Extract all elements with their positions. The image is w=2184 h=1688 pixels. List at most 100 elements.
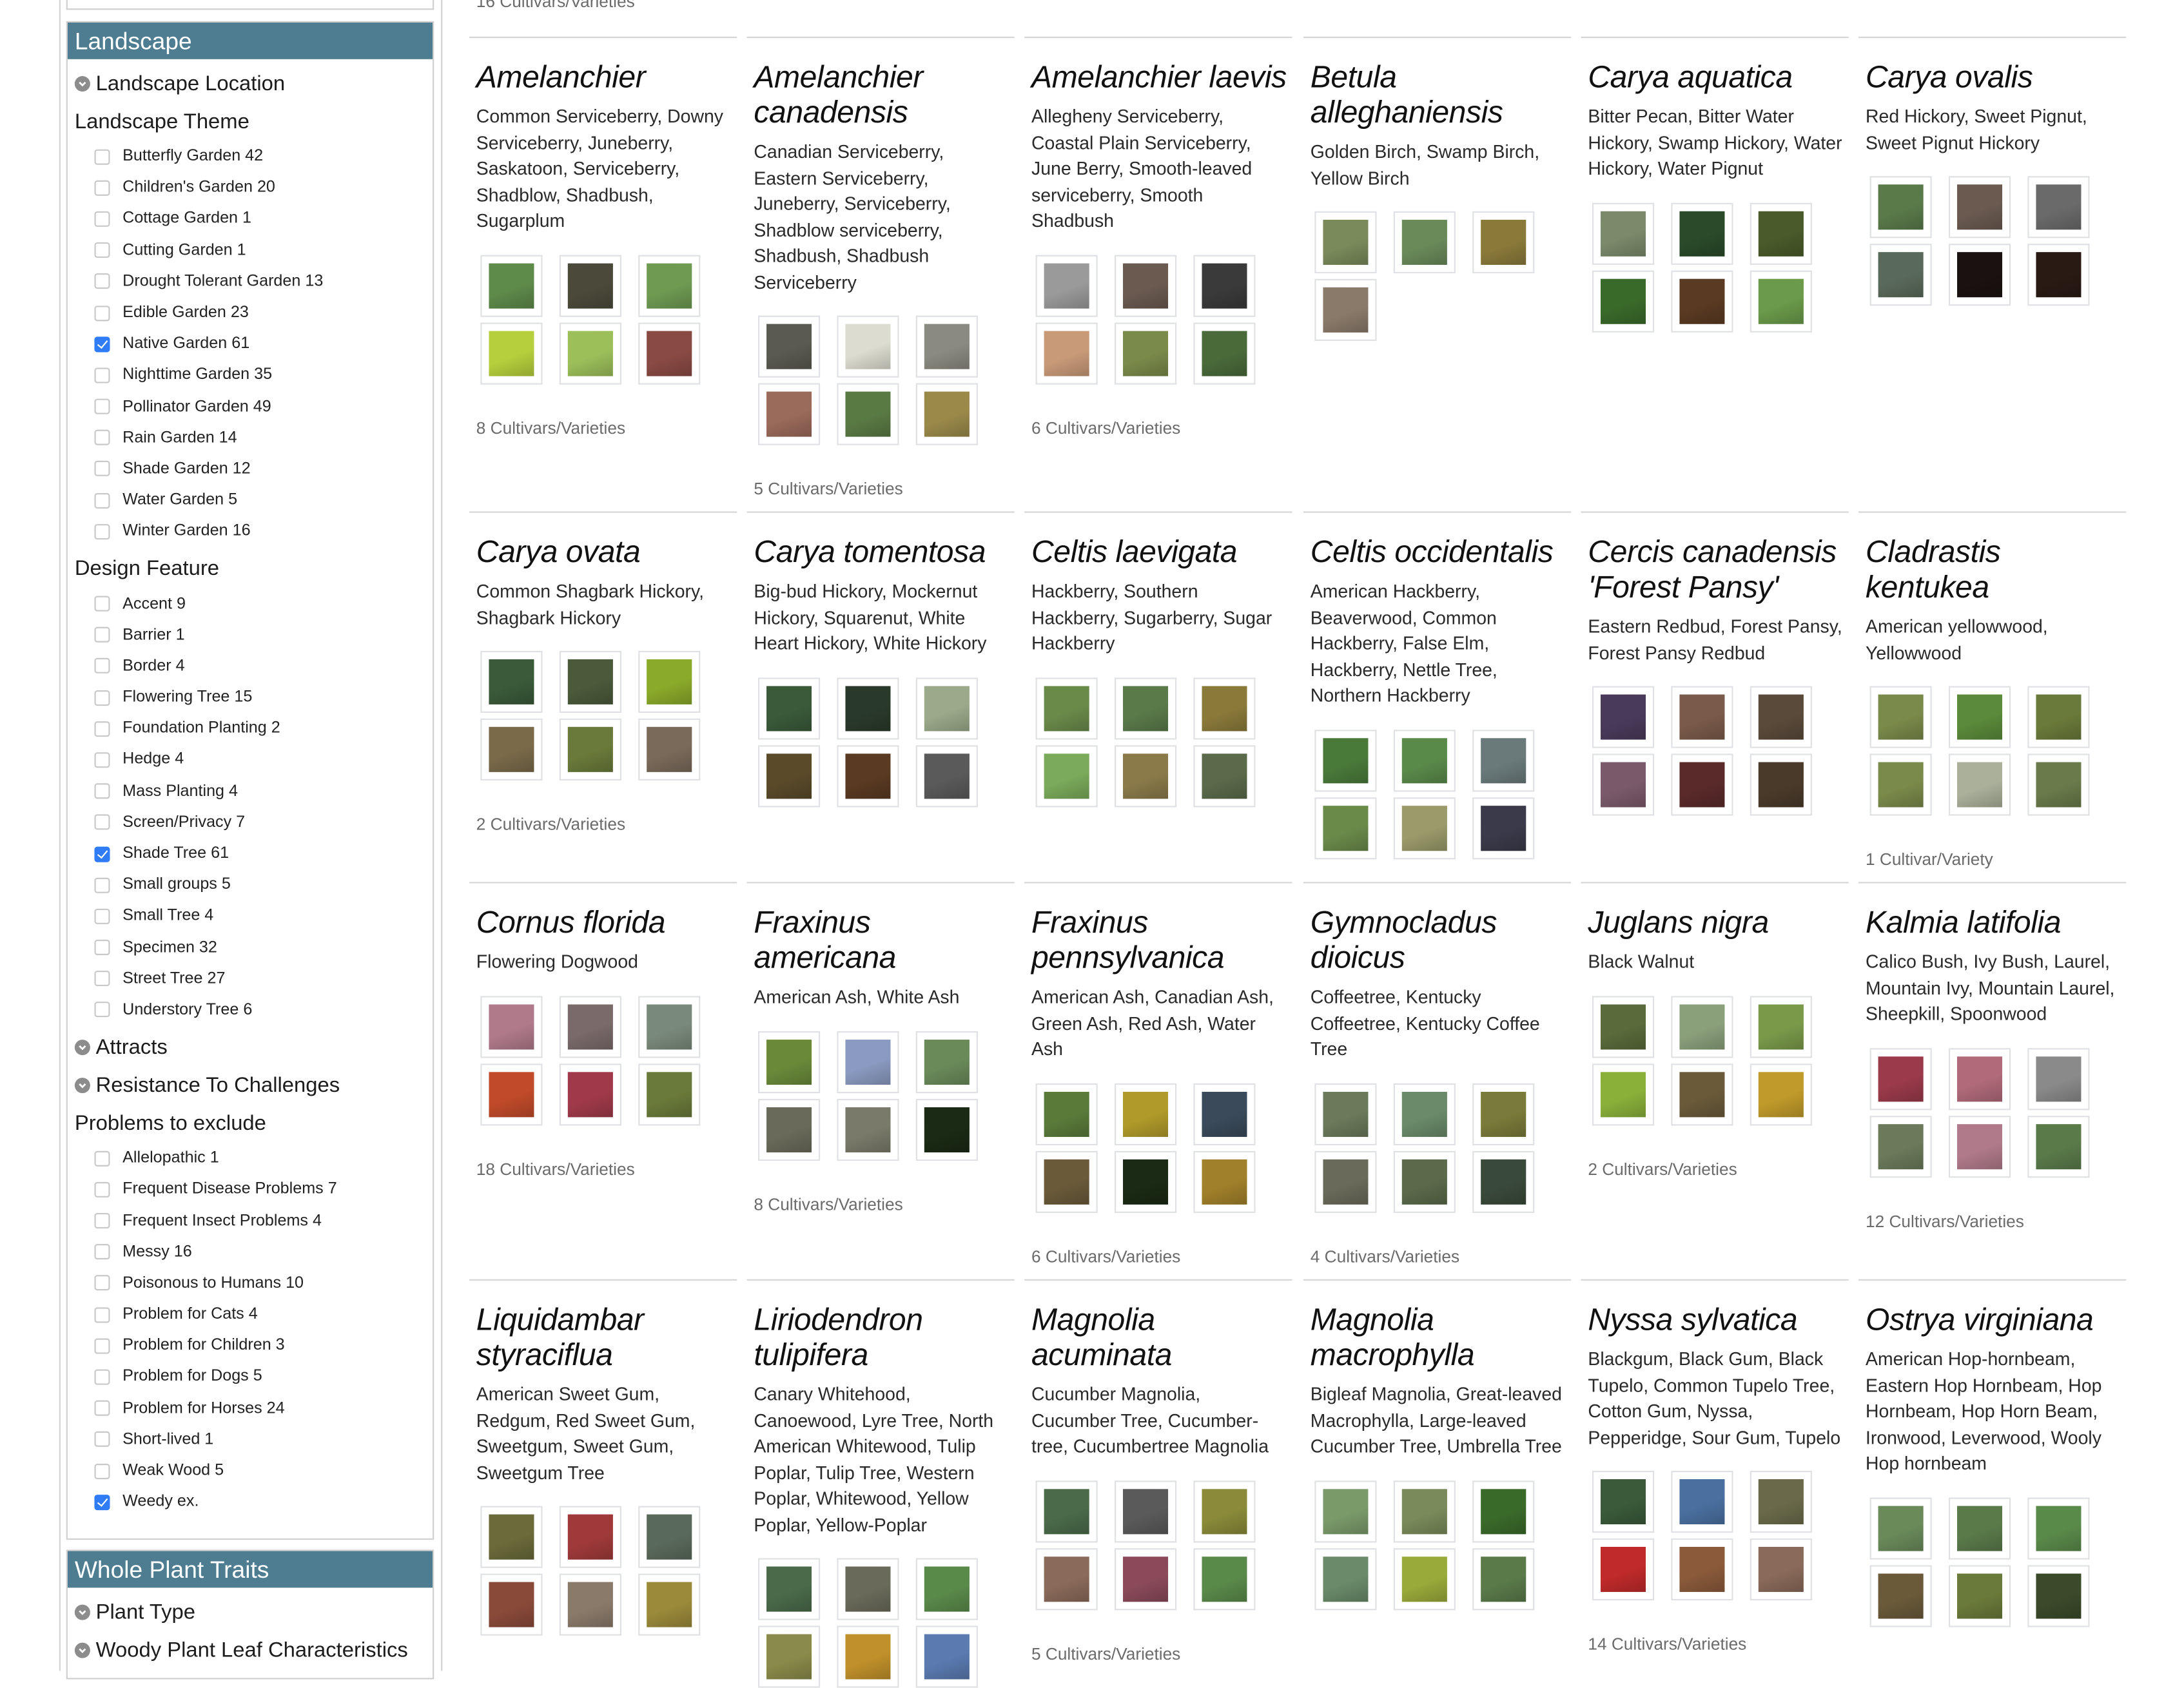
plant-photo-thumbnail[interactable] — [480, 718, 543, 781]
plant-photo-thumbnail[interactable] — [559, 1573, 621, 1636]
filter-option[interactable]: Messy 16 — [68, 1236, 433, 1267]
filter-checkbox[interactable] — [94, 1244, 110, 1260]
filter-checkbox[interactable] — [94, 877, 110, 893]
filter-option[interactable]: Frequent Insect Problems 4 — [68, 1205, 433, 1236]
plant-photo-thumbnail[interactable] — [480, 254, 543, 316]
plant-scientific-name[interactable]: Fraxinus pennsylvanica — [1031, 904, 1292, 975]
plant-photo-thumbnail[interactable] — [1750, 1470, 1812, 1533]
plant-photo-thumbnail[interactable] — [1671, 269, 1733, 332]
filter-checkbox[interactable] — [94, 627, 110, 643]
plant-scientific-name[interactable]: Betula alleghaniensis — [1311, 59, 1571, 130]
plant-photo-thumbnail[interactable] — [2027, 1564, 2090, 1627]
cultivar-count-link[interactable]: 1 Cultivar/Variety — [1866, 849, 2126, 869]
filter-option[interactable]: Small groups 5 — [68, 869, 433, 900]
plant-photo-thumbnail[interactable] — [638, 1573, 701, 1636]
filter-option[interactable]: Winter Garden 16 — [68, 516, 433, 547]
plant-photo-thumbnail[interactable] — [1948, 244, 2011, 306]
plant-photo-thumbnail[interactable] — [1750, 686, 1812, 748]
filter-checkbox[interactable] — [94, 148, 110, 164]
plant-photo-thumbnail[interactable] — [757, 1558, 821, 1620]
plant-photo-thumbnail[interactable] — [1592, 753, 1655, 816]
filter-option[interactable]: Rain Garden 14 — [68, 422, 433, 453]
plant-photo-thumbnail[interactable] — [1114, 677, 1177, 739]
plant-scientific-name[interactable]: Ostrya virginiana — [1866, 1302, 2126, 1337]
plant-photo-thumbnail[interactable] — [757, 1030, 821, 1093]
plant-photo-thumbnail[interactable] — [1035, 254, 1098, 316]
filter-option[interactable]: Screen/Privacy 7 — [68, 807, 433, 838]
plant-photo-thumbnail[interactable] — [1035, 1150, 1098, 1212]
filter-option[interactable]: Weedy ex. — [68, 1486, 433, 1517]
previous-card-count[interactable]: 16 Cultivars/Varieties — [476, 0, 635, 11]
plant-scientific-name[interactable]: Amelanchier — [476, 59, 737, 95]
plant-photo-thumbnail[interactable] — [559, 995, 621, 1058]
plant-photo-thumbnail[interactable] — [1592, 202, 1655, 264]
plant-photo-thumbnail[interactable] — [1592, 995, 1655, 1058]
plant-photo-thumbnail[interactable] — [1114, 1547, 1177, 1610]
plant-photo-thumbnail[interactable] — [1671, 202, 1733, 264]
plant-photo-thumbnail[interactable] — [1393, 1082, 1456, 1145]
filter-checkbox[interactable] — [94, 305, 110, 321]
plant-photo-thumbnail[interactable] — [559, 1063, 621, 1125]
filter-checkbox[interactable] — [94, 783, 110, 799]
cultivar-count-link[interactable]: 2 Cultivars/Varieties — [1588, 1159, 1848, 1179]
plant-photo-thumbnail[interactable] — [1472, 729, 1535, 791]
plant-photo-thumbnail[interactable] — [1314, 1480, 1377, 1542]
plant-photo-thumbnail[interactable] — [1193, 1082, 1256, 1145]
filter-option[interactable]: Drought Tolerant Garden 13 — [68, 266, 433, 297]
filter-option[interactable]: Specimen 32 — [68, 932, 433, 963]
landscape-location-toggle[interactable]: Landscape Location — [68, 65, 433, 103]
filter-option[interactable]: Pollinator Garden 49 — [68, 391, 433, 422]
plant-photo-thumbnail[interactable] — [757, 744, 821, 807]
plant-photo-thumbnail[interactable] — [1750, 1063, 1812, 1125]
filter-option[interactable]: Shade Garden 12 — [68, 454, 433, 485]
plant-photo-thumbnail[interactable] — [1193, 322, 1256, 384]
filter-option[interactable]: Poisonous to Humans 10 — [68, 1268, 433, 1299]
cultivar-count-link[interactable]: 8 Cultivars/Varieties — [476, 418, 737, 438]
plant-photo-thumbnail[interactable] — [1114, 744, 1177, 807]
plant-photo-thumbnail[interactable] — [2027, 1497, 2090, 1559]
filter-checkbox[interactable] — [94, 1150, 110, 1167]
plant-photo-thumbnail[interactable] — [2027, 686, 2090, 748]
plant-photo-thumbnail[interactable] — [638, 718, 701, 781]
plant-photo-thumbnail[interactable] — [1869, 1497, 1932, 1559]
filter-option[interactable]: Mass Planting 4 — [68, 775, 433, 806]
filter-checkbox[interactable] — [94, 242, 110, 258]
plant-photo-thumbnail[interactable] — [915, 383, 978, 445]
plant-photo-thumbnail[interactable] — [559, 322, 621, 384]
filter-option[interactable]: Foundation Planting 2 — [68, 713, 433, 744]
plant-photo-thumbnail[interactable] — [1035, 322, 1098, 384]
plant-photo-thumbnail[interactable] — [1592, 1470, 1655, 1533]
filter-option[interactable]: Butterfly Garden 42 — [68, 141, 433, 172]
plant-photo-thumbnail[interactable] — [559, 650, 621, 713]
filter-checkbox[interactable] — [94, 721, 110, 737]
plant-photo-thumbnail[interactable] — [1671, 1538, 1733, 1601]
plant-photo-thumbnail[interactable] — [1035, 744, 1098, 807]
plant-scientific-name[interactable]: Liquidambar styraciflua — [476, 1302, 737, 1372]
filter-checkbox[interactable] — [94, 398, 110, 414]
plant-photo-thumbnail[interactable] — [480, 1063, 543, 1125]
filter-checkbox[interactable] — [94, 690, 110, 706]
filter-option[interactable]: Nighttime Garden 35 — [68, 360, 433, 391]
plant-photo-thumbnail[interactable] — [1035, 1480, 1098, 1542]
filter-option[interactable]: Allelopathic 1 — [68, 1143, 433, 1174]
plant-photo-thumbnail[interactable] — [1314, 1547, 1377, 1610]
filter-option[interactable]: Problem for Cats 4 — [68, 1299, 433, 1330]
plant-photo-thumbnail[interactable] — [1393, 211, 1456, 274]
filter-option[interactable]: Short-lived 1 — [68, 1424, 433, 1455]
filter-option[interactable]: Shade Tree 61 — [68, 838, 433, 869]
plant-photo-thumbnail[interactable] — [1114, 254, 1177, 316]
plant-photo-thumbnail[interactable] — [915, 1098, 978, 1161]
plant-photo-thumbnail[interactable] — [638, 322, 701, 384]
plant-photo-thumbnail[interactable] — [1869, 244, 1932, 306]
plant-photo-thumbnail[interactable] — [1948, 753, 2011, 816]
plant-photo-thumbnail[interactable] — [1671, 686, 1733, 748]
filter-option[interactable]: Flowering Tree 15 — [68, 682, 433, 713]
plant-scientific-name[interactable]: Cladrastis kentukea — [1866, 534, 2126, 604]
plant-photo-thumbnail[interactable] — [1193, 1150, 1256, 1212]
plant-photo-thumbnail[interactable] — [1948, 176, 2011, 238]
plant-photo-thumbnail[interactable] — [837, 1098, 899, 1161]
filter-option[interactable]: Problem for Horses 24 — [68, 1393, 433, 1424]
filter-option[interactable]: Small Tree 4 — [68, 900, 433, 931]
plant-photo-thumbnail[interactable] — [1869, 176, 1932, 238]
plant-photo-thumbnail[interactable] — [638, 1063, 701, 1125]
